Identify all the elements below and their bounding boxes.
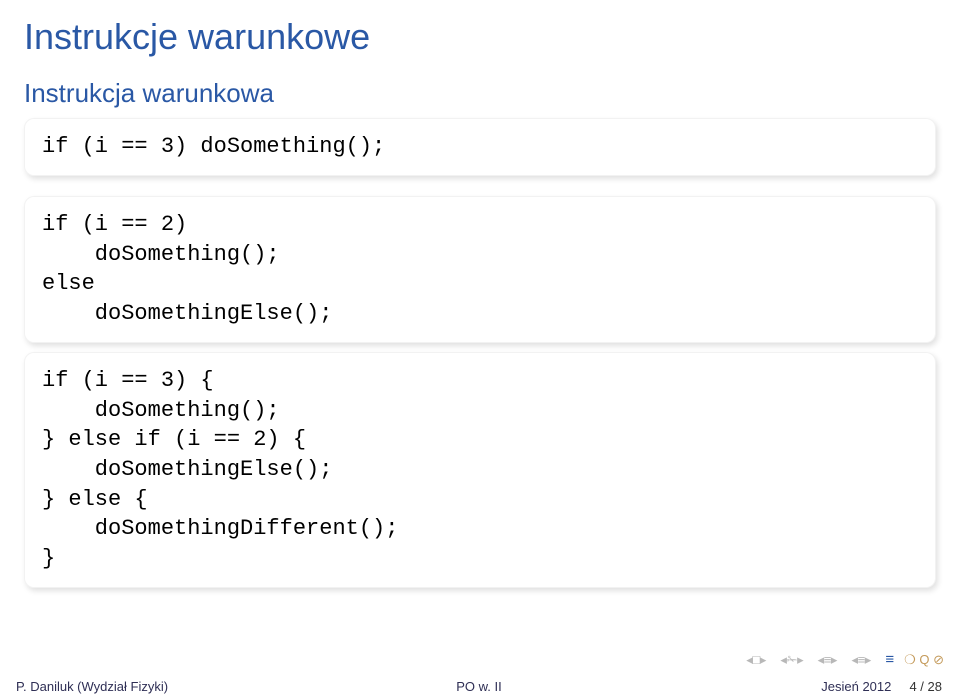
slide-current: 4 xyxy=(909,679,916,694)
slide: Instrukcje warunkowe Instrukcja warunkow… xyxy=(0,0,960,700)
nav-frame-group[interactable]: ◂ □ ▸ xyxy=(746,652,764,668)
beamer-nav: ◂ □ ▸ ◂ ✁ ▸ ◂ ≡ ▸ ◂ ≡ ▸ ≡ ❍ Q ⊘ xyxy=(746,651,944,668)
section-subtitle: Instrukcja warunkowa xyxy=(24,78,274,109)
nav-frame-icon: ◂ □ ▸ xyxy=(746,652,764,668)
nav-section-next-icon: ◂ ≡ ▸ xyxy=(851,652,869,668)
page-title: Instrukcje warunkowe xyxy=(24,16,370,58)
nav-section-prev-icon: ◂ ≡ ▸ xyxy=(818,652,836,668)
slide-sep: / xyxy=(917,679,928,694)
code-text-3: if (i == 3) { doSomething(); } else if (… xyxy=(42,366,918,574)
footer-right: Jesień 2012 4 / 28 xyxy=(622,679,960,694)
nav-section-prev-group[interactable]: ◂ ≡ ▸ xyxy=(818,652,836,668)
nav-subsection-group[interactable]: ◂ ✁ ▸ xyxy=(780,652,801,668)
code-block-1: if (i == 3) doSomething(); xyxy=(24,118,936,176)
code-block-2: if (i == 2) doSomething(); else doSometh… xyxy=(24,196,936,343)
nav-section-next-group[interactable]: ◂ ≡ ▸ xyxy=(851,652,869,668)
code-text-2: if (i == 2) doSomething(); else doSometh… xyxy=(42,210,918,329)
code-block-3: if (i == 3) { doSomething(); } else if (… xyxy=(24,352,936,588)
slide-total: 28 xyxy=(928,679,942,694)
nav-subsection-icon: ◂ ✁ ▸ xyxy=(780,652,801,668)
footer-date: Jesień 2012 xyxy=(821,679,891,694)
nav-circ-icon[interactable]: ❍ Q ⊘ xyxy=(904,652,944,668)
slide-footer: P. Daniluk (Wydział Fizyki) PO w. II Jes… xyxy=(0,672,960,700)
nav-equiv-icon[interactable]: ≡ xyxy=(885,651,894,668)
code-text-1: if (i == 3) doSomething(); xyxy=(42,132,918,162)
footer-center: PO w. II xyxy=(336,679,622,694)
footer-author: P. Daniluk (Wydział Fizyki) xyxy=(0,679,336,694)
